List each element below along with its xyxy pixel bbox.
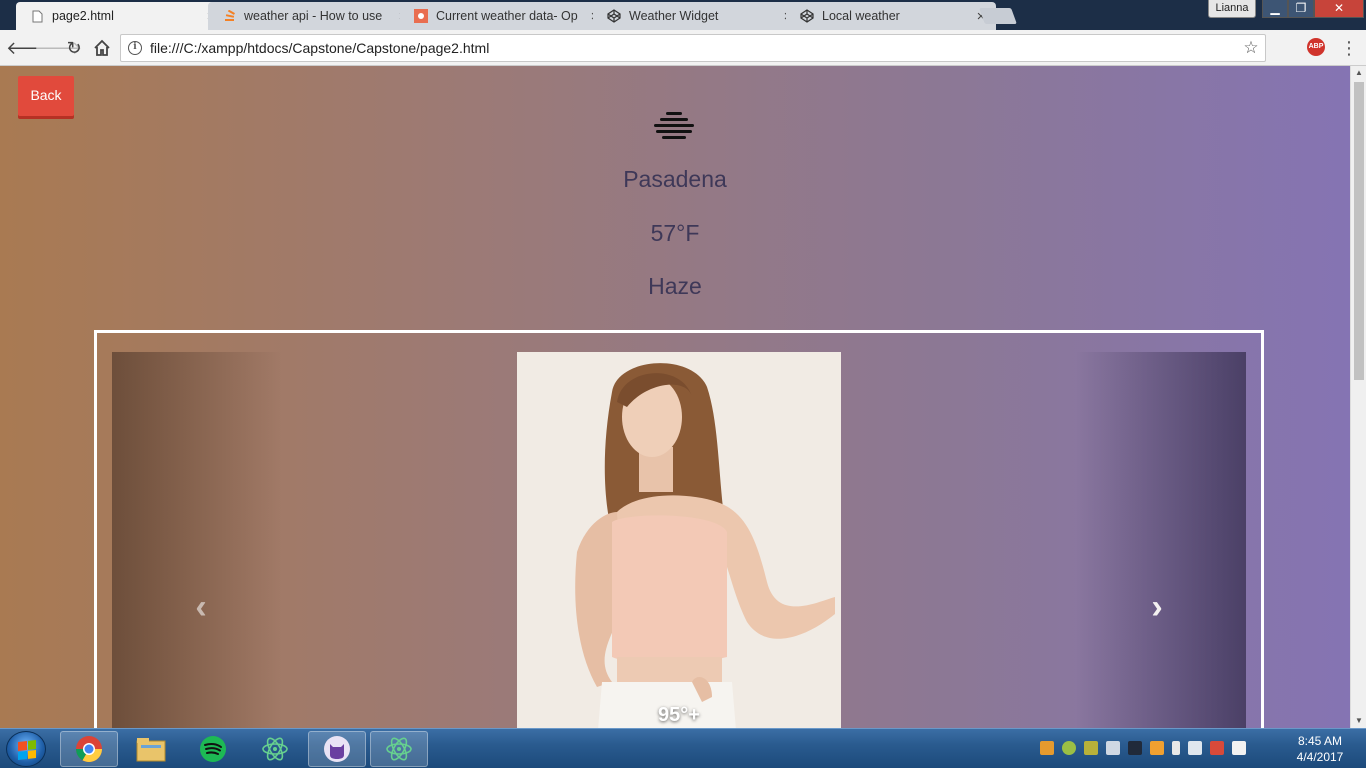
tab-page2[interactable]: page2.html ×: [16, 2, 226, 30]
scroll-up-icon[interactable]: ▲: [1351, 66, 1366, 80]
file-explorer-icon[interactable]: [122, 731, 180, 767]
profile-button[interactable]: Lianna: [1208, 0, 1256, 18]
chevron-right-icon[interactable]: ›: [1142, 590, 1172, 624]
windows-taskbar: 8:45 AM 4/4/2017: [0, 728, 1366, 768]
adblock-icon[interactable]: ABP: [1307, 38, 1325, 56]
github-desktop-icon[interactable]: [308, 731, 366, 767]
chevron-left-icon[interactable]: ‹: [186, 590, 216, 624]
outfit-carousel: 95°+ ‹ ›: [94, 330, 1264, 728]
temperature: 57°F: [650, 220, 700, 246]
openweather-icon: [414, 9, 428, 23]
new-tab-button[interactable]: [979, 8, 1017, 24]
bookmark-star-icon[interactable]: ☆: [1237, 38, 1265, 58]
volume-icon[interactable]: [1188, 741, 1202, 755]
codepen-icon: [800, 9, 814, 23]
taskbar-clock[interactable]: 8:45 AM 4/4/2017: [1280, 733, 1360, 765]
tray-app-icon[interactable]: [1062, 741, 1076, 755]
atom-icon[interactable]: [370, 731, 428, 767]
tray-app-icon[interactable]: [1150, 741, 1164, 755]
tab-weather-api[interactable]: weather api - How to use ×: [208, 2, 418, 30]
haze-icon: [650, 110, 698, 140]
browser-toolbar: 🡐 🡒 ↻ i file:///C:/xampp/htdocs/Capstone…: [0, 30, 1366, 66]
back-arrow-icon[interactable]: 🡐: [6, 36, 54, 60]
system-tray: [1040, 741, 1246, 755]
carousel-inner: 95°+ ‹ ›: [112, 352, 1246, 728]
scroll-down-icon[interactable]: ▼: [1351, 714, 1366, 728]
tab-title: Local weather: [822, 9, 900, 23]
spotify-icon[interactable]: [184, 731, 242, 767]
battery-icon[interactable]: [1172, 741, 1180, 755]
scroll-thumb[interactable]: [1354, 82, 1364, 380]
stackoverflow-icon: [222, 9, 236, 23]
carousel-next-area[interactable]: [1076, 352, 1246, 728]
windows-logo-icon: [18, 740, 36, 760]
city-name: Pasadena: [623, 166, 727, 192]
page-scrollbar[interactable]: ▲ ▼: [1350, 66, 1366, 728]
clock-time: 8:45 AM: [1297, 734, 1343, 748]
info-icon[interactable]: i: [128, 41, 142, 55]
page-viewport: Back Pasadena 57°F Haze 95°+ ‹ ›: [0, 66, 1350, 728]
minimize-icon[interactable]: ▁: [1262, 0, 1288, 18]
model-illustration: [517, 352, 841, 728]
tray-app-icon[interactable]: [1040, 741, 1054, 755]
carousel-caption: 95°+: [658, 704, 700, 726]
tab-local-weather[interactable]: Local weather ×: [786, 2, 996, 30]
carousel-prev-area[interactable]: [112, 352, 282, 728]
maximize-icon[interactable]: ❐: [1288, 0, 1314, 18]
tab-title: page2.html: [52, 9, 114, 23]
forward-arrow-icon[interactable]: 🡒: [34, 36, 82, 60]
tab-title: weather api - How to use: [244, 9, 383, 23]
home-icon[interactable]: [90, 36, 114, 60]
codepen-icon: [607, 9, 621, 23]
document-icon: [30, 9, 44, 23]
close-window-icon[interactable]: ✕: [1314, 0, 1364, 18]
clock-date: 4/4/2017: [1296, 750, 1344, 764]
tab-current-weather[interactable]: Current weather data- Op ×: [400, 2, 610, 30]
address-url[interactable]: file:///C:/xampp/htdocs/Capstone/Capston…: [150, 40, 1237, 56]
reload-icon[interactable]: ↻: [62, 36, 86, 60]
chrome-icon[interactable]: [60, 731, 118, 767]
outfit-photo: 95°+: [517, 352, 841, 728]
address-bar[interactable]: i file:///C:/xampp/htdocs/Capstone/Capst…: [120, 34, 1266, 62]
tab-title: Current weather data- Op: [436, 9, 578, 23]
tray-app-icon[interactable]: [1084, 741, 1098, 755]
atom-icon[interactable]: [246, 731, 304, 767]
action-center-icon[interactable]: [1210, 741, 1224, 755]
start-button[interactable]: [6, 731, 46, 767]
browser-tabstrip: page2.html × weather api - How to use × …: [0, 0, 1366, 30]
tab-weather-widget[interactable]: Weather Widget ×: [593, 2, 803, 30]
network-signal-icon[interactable]: [1232, 741, 1246, 755]
weather-condition: Haze: [648, 273, 702, 299]
tab-title: Weather Widget: [629, 9, 719, 23]
tray-app-icon[interactable]: [1128, 741, 1142, 755]
bluetooth-icon[interactable]: [1106, 741, 1120, 755]
browser-menu-icon[interactable]: ⋮: [1340, 36, 1358, 60]
back-button[interactable]: Back: [18, 76, 74, 116]
